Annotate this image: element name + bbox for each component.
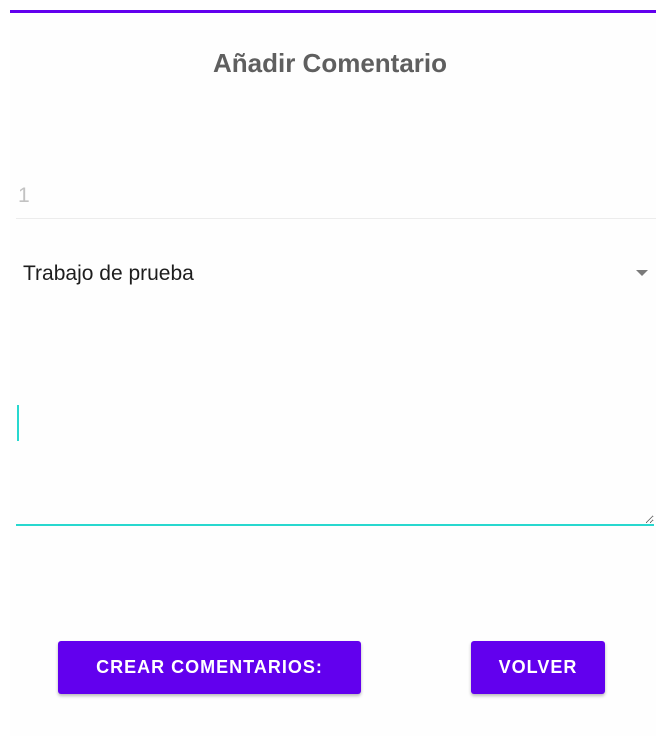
page-title: Añadir Comentario: [212, 48, 448, 78]
id-field-value: 1: [18, 184, 30, 207]
text-caret: [17, 405, 19, 441]
create-comments-button[interactable]: CREAR COMENTARIOS:: [58, 641, 361, 694]
top-accent-bar: [10, 10, 656, 13]
job-select[interactable]: Trabajo de prueba: [16, 248, 656, 300]
job-select-value: Trabajo de prueba: [23, 262, 194, 285]
id-field[interactable]: 1: [16, 170, 656, 219]
comment-input[interactable]: [16, 370, 654, 524]
back-button[interactable]: VOLVER: [471, 641, 605, 694]
arrow-drop-down-icon[interactable]: [636, 270, 648, 276]
add-comment-screen: Añadir Comentario 1 Trabajo de prueba CR…: [0, 0, 660, 736]
comment-field[interactable]: [16, 370, 654, 526]
